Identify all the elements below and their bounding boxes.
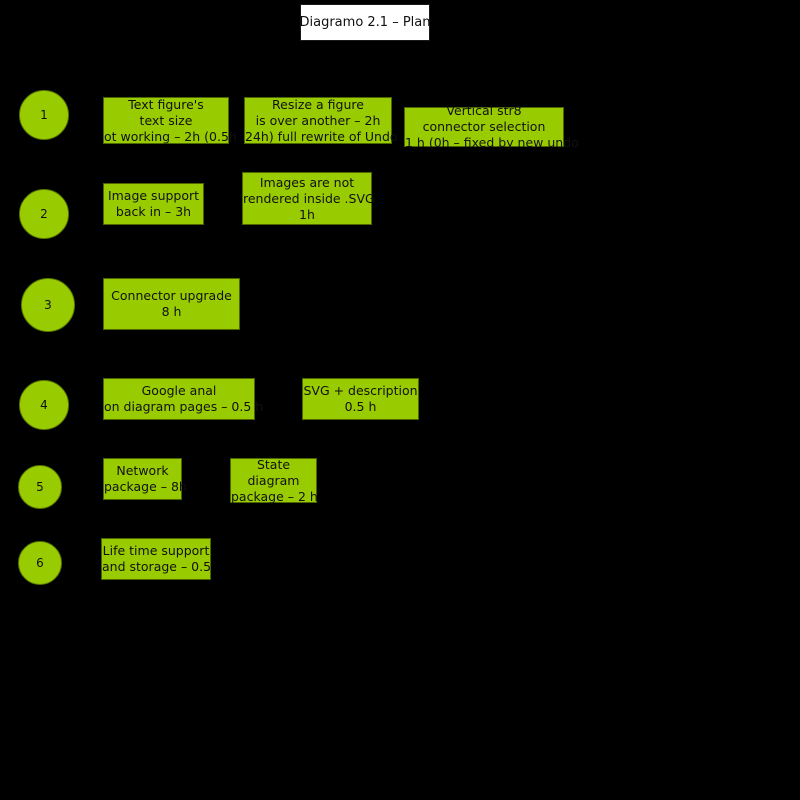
task-resize-figure[interactable]: Resize a figure is over another – 2h 24h) … xyxy=(244,96,398,144)
row-number-label: 3 xyxy=(44,298,52,312)
task-text-line: is over another – 2h xyxy=(255,112,381,128)
task-images-not-rendered[interactable]: Images are not rendered inside .SVG 1h xyxy=(242,172,375,225)
task-text-line: Vertical str8 xyxy=(446,103,522,118)
task-text-line: text size xyxy=(139,112,193,128)
task-text-line: rendered inside .SVG xyxy=(243,190,375,206)
row-number-circle-1[interactable]: 1 xyxy=(19,90,69,140)
task-text-line: 8 h xyxy=(161,304,182,319)
task-text-line: Image support xyxy=(107,188,200,203)
task-network-package[interactable]: Network package – 8h xyxy=(103,458,187,500)
task-text-line: ot working – 2h (0.5h xyxy=(104,128,237,144)
row-number-label: 5 xyxy=(36,480,44,494)
row-number-label: 6 xyxy=(36,556,44,570)
task-svg-description[interactable]: SVG + description 0.5 h xyxy=(302,378,419,420)
row-number-circle-4[interactable]: 4 xyxy=(19,380,69,430)
task-text-line: Connector upgrade xyxy=(111,288,232,303)
diagram-title-box[interactable]: Diagramo 2.1 – Plan xyxy=(299,4,431,41)
row-number-circle-5[interactable]: 5 xyxy=(18,465,62,509)
row-number-circle-3[interactable]: 3 xyxy=(21,278,75,332)
task-text-line: 1h xyxy=(299,206,315,222)
task-text-line: package – 8h xyxy=(104,479,187,494)
task-text-line: 24h) full rewrite of Undo xyxy=(245,128,398,144)
task-text-line: Resize a figure xyxy=(272,96,364,112)
row-number-label: 4 xyxy=(40,398,48,412)
task-google-analytics[interactable]: Google anal on diagram pages – 0.5 h xyxy=(103,378,264,420)
task-text-line: on diagram pages – 0.5 h xyxy=(104,399,264,414)
task-text-line: connector selection xyxy=(422,119,546,134)
task-text-line: SVG + description xyxy=(303,383,418,398)
task-text-line: State xyxy=(256,456,291,472)
diagram-title-label: Diagramo 2.1 – Plan xyxy=(299,15,431,30)
task-text-line: Text figure's xyxy=(128,96,204,112)
task-text-line: package – 2 h xyxy=(231,488,318,504)
row-number-circle-2[interactable]: 2 xyxy=(19,189,69,239)
task-connector-upgrade[interactable]: Connector upgrade 8 h xyxy=(103,278,240,330)
row-number-circle-6[interactable]: 6 xyxy=(18,541,62,585)
task-text-line: 0.5 h xyxy=(344,399,377,414)
task-text-line: Life time support xyxy=(102,543,210,558)
task-image-support[interactable]: Image support back in – 3h xyxy=(103,183,204,225)
task-text-line: 1 h (0h – fixed by new undo xyxy=(405,135,579,150)
task-vertical-connector[interactable]: Vertical str8 connector selection 1 h (0h … xyxy=(404,103,579,150)
task-life-time-support[interactable]: Life time support and storage – 0.5 xyxy=(101,538,211,580)
task-state-diagram-package[interactable]: State diagram package – 2 h xyxy=(230,456,318,504)
task-text-figure-size[interactable]: Text figure's text size ot working – 2h (0… xyxy=(103,96,237,144)
row-number-label: 2 xyxy=(40,207,48,221)
task-text-line: Network xyxy=(116,463,169,478)
task-text-line: Google anal xyxy=(141,383,217,398)
diagram-canvas: Diagramo 2.1 – Plan 1 Text figure's text si… xyxy=(0,0,800,800)
task-text-line: back in – 3h xyxy=(115,204,192,219)
row-number-label: 1 xyxy=(40,108,48,122)
task-text-line: and storage – 0.5 xyxy=(102,559,212,574)
task-text-line: diagram xyxy=(247,472,300,488)
task-text-line: Images are not xyxy=(259,174,355,190)
